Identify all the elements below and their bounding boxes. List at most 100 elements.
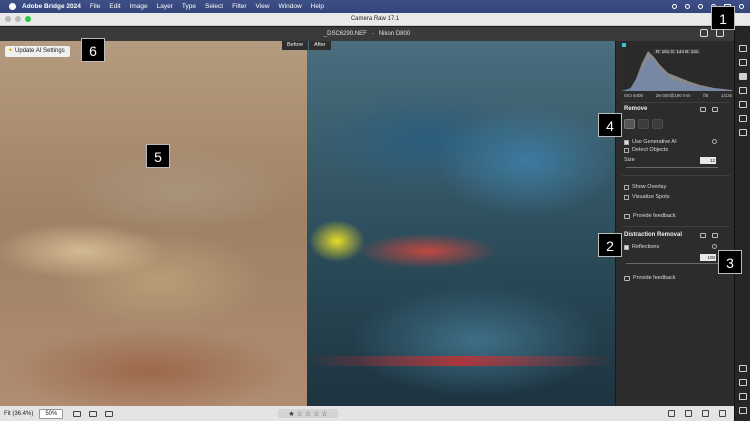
provide-feedback-link[interactable]: Provide feedback — [633, 213, 676, 219]
remove-brush-tool[interactable] — [624, 119, 635, 129]
detect-objects-label: Detect Objects — [632, 147, 669, 153]
callout-4: 4 — [598, 113, 622, 137]
zoom-button[interactable] — [25, 16, 31, 22]
after-label: After — [309, 41, 331, 50]
minimize-button[interactable] — [15, 16, 21, 22]
remove-tool-buttons — [624, 119, 663, 129]
camera-raw-window: Adobe Bridge 2024 File Edit Image Layer … — [0, 0, 750, 421]
crop-icon[interactable] — [739, 59, 747, 66]
distraction-section-icons — [700, 233, 718, 238]
camera-model: Nikon D800 — [378, 31, 411, 37]
file-name: _DSC6290.NEF — [323, 31, 367, 37]
menu-edit[interactable]: Edit — [109, 3, 120, 10]
show-overlay-checkbox[interactable] — [624, 184, 629, 190]
star-rating[interactable]: ★ ☆ ☆ ☆ ☆ — [278, 409, 338, 418]
red-eye-icon[interactable] — [739, 101, 747, 108]
remove-icon[interactable] — [739, 73, 747, 80]
callout-1: 1 — [711, 6, 735, 30]
shutter-value: 1/13s — [720, 93, 732, 98]
masking-icon[interactable] — [739, 87, 747, 94]
compare-icon[interactable] — [668, 410, 675, 417]
size-slider[interactable] — [626, 167, 718, 168]
iso-value: ISO 6400 — [624, 93, 644, 98]
lens-value: 28-300@190 mm — [655, 93, 691, 98]
swap-icon[interactable] — [685, 410, 692, 417]
show-overlay-row[interactable]: Show Overlay — [624, 184, 666, 190]
control-center-icon[interactable] — [739, 4, 744, 9]
more-icon[interactable] — [739, 129, 747, 136]
image-canvas[interactable]: Before After ✦ Update AI Settings — [0, 41, 615, 406]
visibility-eye-icon[interactable] — [712, 107, 718, 112]
reflections-label: Reflections — [632, 244, 660, 250]
menu-layer[interactable]: Layer — [157, 3, 173, 10]
info-icon[interactable] — [712, 244, 717, 249]
bottom-right-icons — [668, 410, 726, 417]
use-generative-ai-row[interactable]: Use Generative AI — [624, 139, 677, 145]
histogram: R: 161 G: 144 B: 131 — [622, 43, 732, 91]
clone-stamp-tool[interactable] — [652, 119, 663, 129]
distraction-removal-title: Distraction Removal — [624, 232, 683, 238]
grid-icon[interactable] — [739, 407, 747, 414]
close-button[interactable] — [5, 16, 11, 22]
sort-icon[interactable] — [89, 410, 98, 417]
time-machine-icon[interactable] — [698, 4, 703, 9]
remove-header: Remove — [624, 106, 647, 112]
reflections-checkbox[interactable] — [624, 244, 629, 250]
window-controls — [5, 16, 31, 22]
clock-icon[interactable] — [685, 4, 690, 9]
update-ai-settings-button[interactable]: ✦ Update AI Settings — [5, 46, 70, 57]
heal-tool[interactable] — [638, 119, 649, 129]
menu-type[interactable]: Type — [182, 3, 196, 10]
size-row: Size — [624, 157, 635, 163]
divider — [622, 175, 730, 176]
reflections-row[interactable]: Reflections — [624, 244, 659, 250]
reflections-value-field[interactable]: 100 — [700, 254, 716, 261]
visibility-eye-icon[interactable] — [712, 233, 718, 238]
callout-3: 3 — [718, 250, 742, 274]
menu-image[interactable]: Image — [130, 3, 148, 10]
camera-info: ISO 6400 28-300@190 mm f/8 1/13s — [624, 93, 732, 98]
before-image — [0, 41, 307, 406]
fit-zoom-label[interactable]: Fit (36.4%) — [4, 411, 33, 417]
menu-help[interactable]: Help — [311, 3, 324, 10]
filter-icon[interactable] — [105, 410, 114, 417]
feedback-row-1[interactable]: Provide feedback — [624, 213, 676, 219]
app-menu[interactable]: Adobe Bridge 2024 — [22, 3, 81, 10]
detect-objects-row[interactable]: Detect Objects — [624, 147, 668, 153]
use-generative-ai-label: Use Generative AI — [632, 139, 677, 145]
divider — [622, 102, 730, 103]
visualize-spots-checkbox[interactable] — [624, 194, 629, 200]
menu-window[interactable]: Window — [279, 3, 302, 10]
menu-file[interactable]: File — [90, 3, 100, 10]
zoom-icon[interactable] — [739, 365, 747, 372]
filmstrip-icon[interactable] — [73, 410, 82, 417]
zoom-select[interactable]: 50% — [39, 408, 64, 419]
sampler-icon[interactable] — [739, 393, 747, 400]
callout-5: 5 — [146, 144, 170, 168]
copy-settings-icon[interactable] — [702, 410, 709, 417]
before-after-split-icon[interactable] — [719, 410, 726, 417]
menu-filter[interactable]: Filter — [232, 3, 246, 10]
detect-objects-checkbox[interactable] — [624, 147, 629, 153]
apple-icon[interactable] — [9, 3, 16, 10]
file-header: _DSC6290.NEF - Nikon D800 — [0, 27, 734, 41]
sparkle-icon: ✦ — [8, 48, 14, 54]
provide-feedback-link[interactable]: Provide feedback — [633, 275, 676, 281]
visualize-spots-row[interactable]: Visualize Spots — [624, 194, 670, 200]
info-icon[interactable] — [712, 139, 717, 144]
bottom-left-icons — [73, 410, 114, 417]
size-value-field[interactable]: 12 — [700, 157, 716, 164]
menu-view[interactable]: View — [256, 3, 270, 10]
reset-icon[interactable] — [700, 107, 706, 112]
reflections-slider[interactable] — [626, 263, 718, 264]
reset-icon[interactable] — [700, 233, 706, 238]
edit-icon[interactable] — [739, 45, 747, 52]
use-generative-ai-checkbox[interactable] — [624, 139, 629, 145]
save-icon[interactable] — [700, 29, 708, 37]
menu-select[interactable]: Select — [205, 3, 223, 10]
wifi-icon[interactable] — [672, 4, 677, 9]
hand-icon[interactable] — [739, 379, 747, 386]
edit-panel: R: 161 G: 144 B: 131 ISO 6400 28-300@190… — [615, 41, 734, 406]
presets-icon[interactable] — [739, 115, 747, 122]
feedback-row-2[interactable]: Provide feedback — [624, 275, 676, 281]
